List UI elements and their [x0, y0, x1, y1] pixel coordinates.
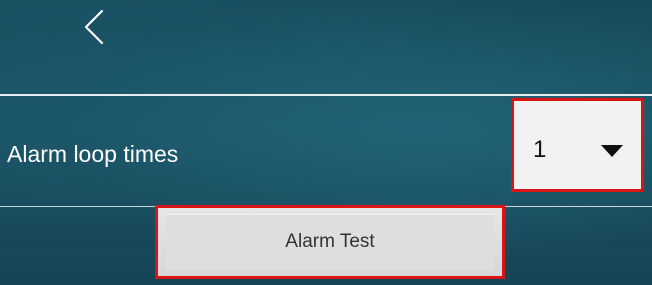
- alarm-loop-times-label: Alarm loop times: [7, 141, 179, 167]
- caret-down-icon: [601, 145, 623, 157]
- chevron-left-icon: [84, 9, 104, 45]
- header-divider: [0, 94, 652, 96]
- alarm-loop-times-select[interactable]: 1: [511, 98, 644, 192]
- alarm-test-button[interactable]: Alarm Test: [155, 205, 505, 279]
- settings-screen: Alarm loop times 1 Alarm Test: [0, 0, 652, 285]
- back-button[interactable]: [74, 6, 114, 48]
- alarm-test-button-label: Alarm Test: [285, 231, 375, 252]
- alarm-loop-times-value: 1: [533, 136, 547, 163]
